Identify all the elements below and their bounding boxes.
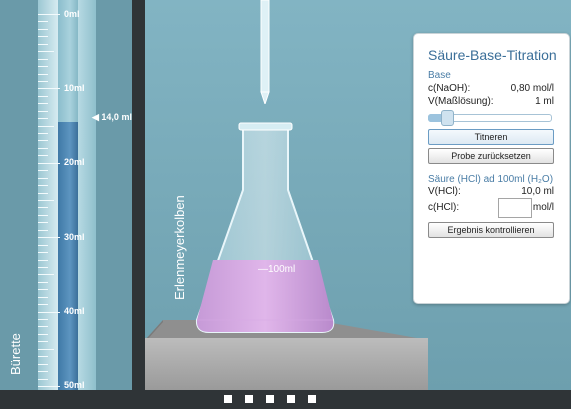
scale-tick <box>38 103 48 105</box>
reset-sample-button[interactable]: Probe zurücksetzen <box>428 148 554 164</box>
scale-tick <box>38 28 48 30</box>
pipette <box>260 0 270 104</box>
scale-tick <box>38 95 48 97</box>
scale-tick <box>38 200 54 201</box>
scale-tick <box>38 252 48 254</box>
scale-label-40: 40ml <box>64 306 85 316</box>
acid-section-header: Säure (HCl) ad 100ml (H₂O) <box>428 174 554 185</box>
base-section-header: Base <box>428 70 451 81</box>
scale-tick <box>38 207 48 209</box>
scale-tick <box>38 259 48 261</box>
scale-tick <box>38 266 48 268</box>
burette-label: Bürette <box>8 333 23 375</box>
scale-tick <box>38 185 48 187</box>
scale-tick <box>38 214 48 216</box>
scale-tick <box>38 58 48 60</box>
titrant-volume-value: 1 ml <box>535 96 554 107</box>
scale-tick <box>38 43 48 45</box>
nav-dot-5[interactable] <box>308 395 316 403</box>
scale-tick <box>38 51 54 53</box>
scale-tick <box>38 170 48 172</box>
scale-tick <box>38 304 48 306</box>
scale-tick <box>38 229 48 231</box>
scale-tick <box>38 281 48 283</box>
scale-tick <box>38 319 48 321</box>
scale-tick <box>38 118 48 120</box>
scale-label-30: 30ml <box>64 232 85 242</box>
scale-tick <box>38 356 48 358</box>
scale-tick <box>38 21 48 23</box>
scale-label-50: 50ml <box>64 380 85 390</box>
scale-tick <box>38 110 48 112</box>
scale-tick <box>38 289 48 291</box>
scale-tick <box>38 140 48 142</box>
hcl-concentration-label: c(HCl): <box>428 202 460 213</box>
scale-tick <box>38 192 48 194</box>
scale-tick <box>38 244 48 246</box>
naoh-concentration-value: 0,80 mol/l <box>510 83 554 94</box>
bottom-navigation-bar <box>0 390 571 409</box>
hcl-concentration-input[interactable] <box>498 198 532 218</box>
scale-tick <box>38 162 60 164</box>
scale-tick <box>38 66 48 68</box>
burette-reading[interactable]: ◀ 14,0 ml <box>92 112 132 123</box>
scale-tick <box>38 341 48 343</box>
scale-label-20: 20ml <box>64 157 85 167</box>
nav-dot-3[interactable] <box>266 395 274 403</box>
scale-tick <box>38 36 48 38</box>
table-base <box>145 338 428 390</box>
nav-dot-4[interactable] <box>287 395 295 403</box>
erlenmeyer-flask <box>195 122 335 333</box>
scale-tick <box>38 133 48 135</box>
scale-tick <box>38 155 48 157</box>
scale-tick <box>38 378 48 380</box>
control-panel: Säure-Base-Titration Base c(NaOH): 0,80 … <box>413 33 570 304</box>
hcl-volume-value: 10,0 ml <box>521 186 554 197</box>
scale-tick <box>38 177 48 179</box>
scale-tick <box>38 333 48 335</box>
scale-tick <box>38 73 48 75</box>
hcl-volume-label: V(HCl): <box>428 186 461 197</box>
titrant-volume-label: V(Maßlösung): <box>428 96 494 107</box>
nav-dot-1[interactable] <box>224 395 232 403</box>
check-result-button[interactable]: Ergebnis kontrollieren <box>428 222 554 238</box>
scale-tick <box>38 386 60 387</box>
panel-title: Säure-Base-Titration <box>428 47 557 63</box>
scale-label-10: 10ml <box>64 83 85 93</box>
volume-slider-handle[interactable] <box>441 110 455 126</box>
scale-tick <box>38 311 60 313</box>
flask-volume-mark: —100ml <box>258 264 296 275</box>
scale-tick <box>38 125 54 127</box>
panel-divider <box>132 0 145 390</box>
scale-tick <box>38 348 54 350</box>
hcl-concentration-unit: mol/l <box>532 202 554 213</box>
flask-label: Erlenmeyerkolben <box>172 195 187 300</box>
scale-tick <box>38 222 48 224</box>
scale-tick <box>38 88 60 90</box>
scale-tick <box>38 80 48 82</box>
nav-dot-2[interactable] <box>245 395 253 403</box>
scale-tick <box>38 326 48 328</box>
scale-tick <box>38 371 48 373</box>
scale-tick <box>38 237 60 239</box>
scale-tick <box>38 14 60 15</box>
titrate-button[interactable]: Titneren <box>428 129 554 145</box>
simulation-stage: 0ml 10ml 20ml 30ml 40ml 50ml ◀ 14,0 ml B… <box>0 0 571 409</box>
scale-label-0: 0ml <box>64 9 80 19</box>
scale-tick <box>38 296 48 298</box>
scale-tick <box>38 147 48 149</box>
scale-tick <box>38 274 54 276</box>
naoh-concentration-label: c(NaOH): <box>428 83 471 94</box>
scale-tick <box>38 363 48 365</box>
